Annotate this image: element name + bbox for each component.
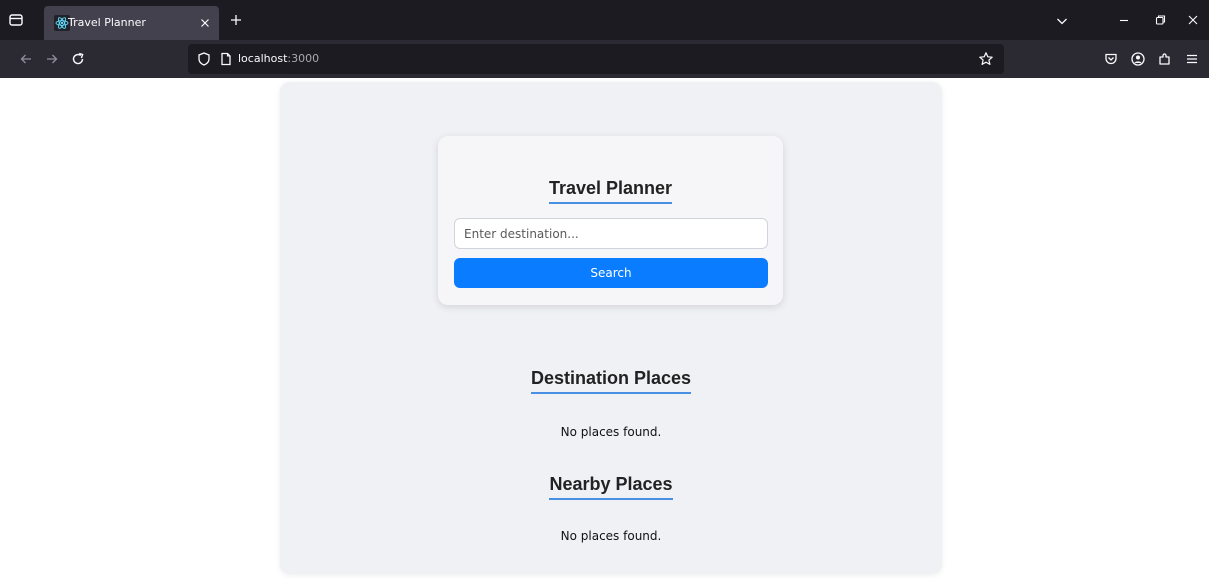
nearby-empty-message: No places found.: [560, 529, 662, 543]
account-icon[interactable]: [1130, 51, 1146, 67]
nearby-heading-wrapper: Nearby Places: [280, 474, 942, 500]
destination-input[interactable]: [454, 218, 768, 249]
tab-strip: Travel Planner: [0, 0, 1209, 40]
destination-places-heading: Destination Places: [530, 368, 692, 394]
url-port: :3000: [287, 52, 320, 65]
minimize-icon[interactable]: [1117, 13, 1131, 27]
page-icon[interactable]: [218, 51, 234, 67]
navigation-toolbar: localhost:3000: [0, 40, 1209, 78]
close-icon[interactable]: [197, 15, 213, 31]
hamburger-menu-icon[interactable]: [1184, 51, 1200, 67]
back-arrow-icon[interactable]: [18, 51, 34, 67]
close-window-icon[interactable]: [1186, 13, 1200, 27]
nearby-places-heading: Nearby Places: [549, 474, 673, 500]
tab-list-icon[interactable]: [8, 12, 24, 28]
url-text: localhost:3000: [238, 52, 319, 65]
tab-travel-planner[interactable]: Travel Planner: [44, 6, 219, 40]
search-button[interactable]: Search: [454, 258, 768, 288]
url-host: localhost: [238, 52, 288, 65]
page-title: Travel Planner: [548, 178, 673, 204]
destination-heading-wrapper: Destination Places: [280, 368, 942, 394]
app-container: Travel Planner Search Destination Places…: [280, 82, 942, 574]
shield-icon[interactable]: [196, 51, 212, 67]
address-bar[interactable]: localhost:3000: [188, 44, 1004, 74]
pocket-icon[interactable]: [1103, 51, 1119, 67]
page-viewport: Travel Planner Search Destination Places…: [0, 78, 1209, 579]
tab-title: Travel Planner: [68, 16, 146, 29]
star-icon[interactable]: [978, 51, 994, 67]
search-card: Travel Planner Search: [438, 136, 783, 305]
plus-icon[interactable]: [228, 12, 244, 28]
page-title-wrapper: Travel Planner: [438, 178, 783, 204]
destination-empty-message: No places found.: [560, 425, 662, 439]
chevron-down-icon[interactable]: [1055, 14, 1069, 28]
reload-icon[interactable]: [70, 51, 86, 67]
restore-icon[interactable]: [1153, 13, 1167, 27]
extensions-icon[interactable]: [1157, 51, 1173, 67]
forward-arrow-icon[interactable]: [44, 51, 60, 67]
